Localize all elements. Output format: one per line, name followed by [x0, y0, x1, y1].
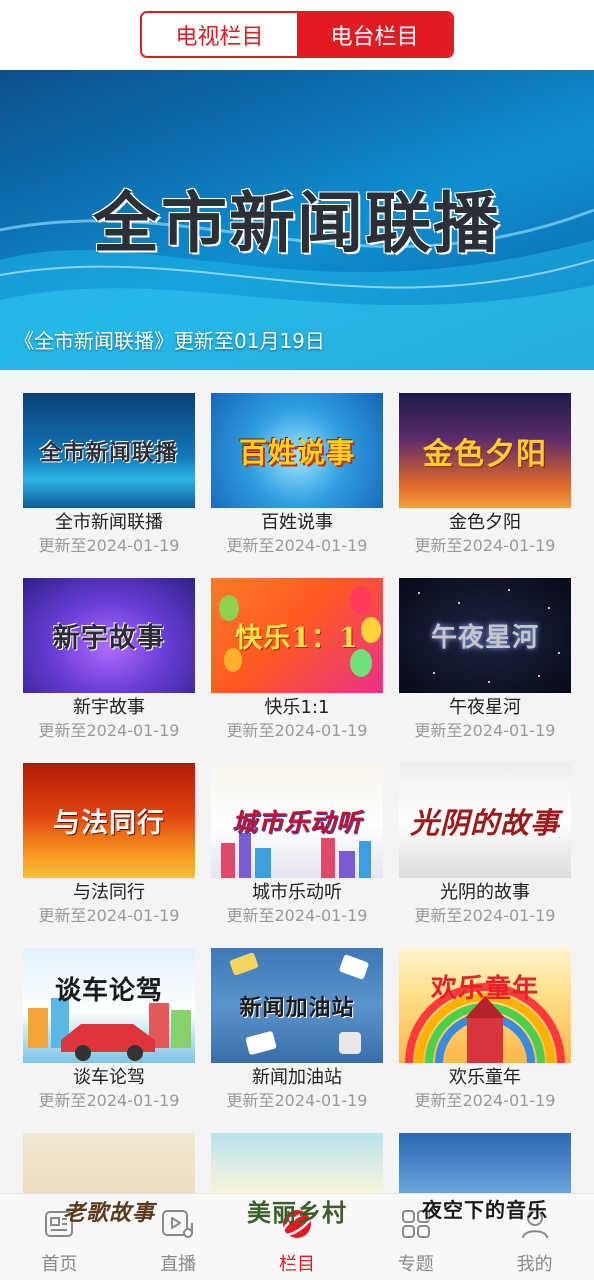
program-card[interactable]: 午夜星河 午夜星河 更新至2024-01-19	[399, 578, 571, 744]
program-updated: 更新至2024-01-19	[414, 906, 556, 925]
program-card[interactable]: 新宇故事 新宇故事 更新至2024-01-19	[23, 578, 195, 744]
nav-label: 我的	[516, 1254, 553, 1275]
featured-banner[interactable]: 全市新闻联播 《全市新闻联播》更新至01月19日	[0, 70, 594, 370]
program-name: 欢乐童年	[449, 1067, 521, 1088]
top-bar: 电视栏目 电台栏目	[0, 0, 594, 70]
banner-title: 全市新闻联播	[93, 184, 501, 262]
live-play-icon	[161, 1207, 195, 1241]
program-name: 全市新闻联播	[55, 512, 163, 533]
program-grid: 全市新闻联播 全市新闻联播 更新至2024-01-19 百姓说事 百姓说事 更新…	[23, 393, 571, 1280]
program-card[interactable]: 与法同行 与法同行 更新至2024-01-19	[23, 763, 195, 929]
program-card[interactable]: 欢乐童年 欢乐童年 更新至2024-01-19	[399, 948, 571, 1114]
thumbnail-title: 快乐1：1	[235, 623, 359, 654]
program-name: 新闻加油站	[252, 1067, 342, 1088]
thumbnail-title: 金色夕阳	[423, 436, 547, 472]
program-updated: 更新至2024-01-19	[226, 1091, 368, 1110]
program-thumbnail: 百姓说事	[211, 393, 383, 508]
program-name: 谈车论驾	[73, 1067, 145, 1088]
program-updated: 更新至2024-01-19	[226, 721, 368, 740]
program-card[interactable]: 新闻加油站 新闻加油站 更新至2024-01-19	[211, 948, 383, 1114]
thumbnail-title: 光阴的故事	[409, 805, 560, 840]
program-name: 午夜星河	[449, 697, 521, 718]
program-updated: 更新至2024-01-19	[38, 906, 180, 925]
thumbnail-title: 新闻加油站	[239, 994, 355, 1021]
program-card[interactable]: 城市乐动听 城市乐动听 更新至2024-01-19	[211, 763, 383, 929]
thumbnail-title: 老歌故事	[62, 1199, 155, 1226]
program-thumbnail: 全市新闻联播	[23, 393, 195, 508]
program-thumbnail: 快乐1：1	[211, 578, 383, 693]
tab-radio-programs[interactable]: 电台栏目	[297, 13, 452, 56]
nav-label: 栏目	[278, 1254, 315, 1275]
program-name: 百姓说事	[261, 512, 333, 533]
thumbnail-title: 夜空下的音乐	[422, 1198, 548, 1222]
program-thumbnail: 新宇故事	[23, 578, 195, 693]
program-updated: 更新至2024-01-19	[226, 536, 368, 555]
program-card[interactable]: 快乐1：1 快乐1:1 更新至2024-01-19	[211, 578, 383, 744]
program-name: 光阴的故事	[440, 882, 530, 903]
thumbnail-title: 城市乐动听	[231, 807, 362, 837]
program-name: 快乐1:1	[264, 697, 330, 718]
program-name: 与法同行	[73, 882, 145, 903]
program-thumbnail: 午夜星河	[399, 578, 571, 693]
program-card[interactable]: 百姓说事 百姓说事 更新至2024-01-19	[211, 393, 383, 559]
program-updated: 更新至2024-01-19	[38, 536, 180, 555]
nav-label: 专题	[397, 1254, 434, 1275]
program-updated: 更新至2024-01-19	[414, 1091, 556, 1110]
nav-label: 直播	[160, 1254, 197, 1275]
thumbnail-title: 谈车论驾	[54, 976, 163, 1006]
program-card[interactable]: 谈车论驾 谈车论驾 更新至2024-01-19	[23, 948, 195, 1114]
rainbow-castle-art	[405, 983, 565, 1063]
program-thumbnail: 欢乐童年	[399, 948, 571, 1063]
program-card[interactable]: 金色夕阳 金色夕阳 更新至2024-01-19	[399, 393, 571, 559]
program-thumbnail: 光阴的故事	[399, 763, 571, 878]
thumbnail-title: 与法同行	[53, 808, 165, 839]
program-updated: 更新至2024-01-19	[38, 721, 180, 740]
thumbnail-title: 新宇故事	[53, 623, 165, 654]
program-thumbnail: 城市乐动听	[211, 763, 383, 878]
program-updated: 更新至2024-01-19	[38, 1091, 180, 1110]
program-thumbnail: 金色夕阳	[399, 393, 571, 508]
program-name: 金色夕阳	[449, 512, 521, 533]
tab-tv-programs[interactable]: 电视栏目	[142, 13, 297, 56]
program-card[interactable]: 光阴的故事 光阴的故事 更新至2024-01-19	[399, 763, 571, 929]
program-thumbnail: 与法同行	[23, 763, 195, 878]
thumbnail-title: 全市新闻联播	[39, 439, 178, 466]
channel-type-toggle: 电视栏目 电台栏目	[140, 11, 454, 58]
program-updated: 更新至2024-01-19	[226, 906, 368, 925]
thumbnail-title: 欢乐童年	[430, 974, 539, 1004]
program-updated: 更新至2024-01-19	[414, 721, 556, 740]
thumbnail-title: 美丽乡村	[247, 1198, 347, 1227]
thumbnail-title: 百姓说事	[238, 435, 355, 469]
thumbnail-title: 午夜星河	[430, 623, 539, 653]
banner-caption: 《全市新闻联播》更新至01月19日	[14, 329, 325, 353]
program-thumbnail: 谈车论驾	[23, 948, 195, 1063]
nav-label: 首页	[41, 1254, 78, 1275]
program-updated: 更新至2024-01-19	[414, 536, 556, 555]
program-card[interactable]: 全市新闻联播 全市新闻联播 更新至2024-01-19	[23, 393, 195, 559]
program-thumbnail: 新闻加油站	[211, 948, 383, 1063]
program-name: 新宇故事	[73, 697, 145, 718]
program-name: 城市乐动听	[252, 882, 342, 903]
